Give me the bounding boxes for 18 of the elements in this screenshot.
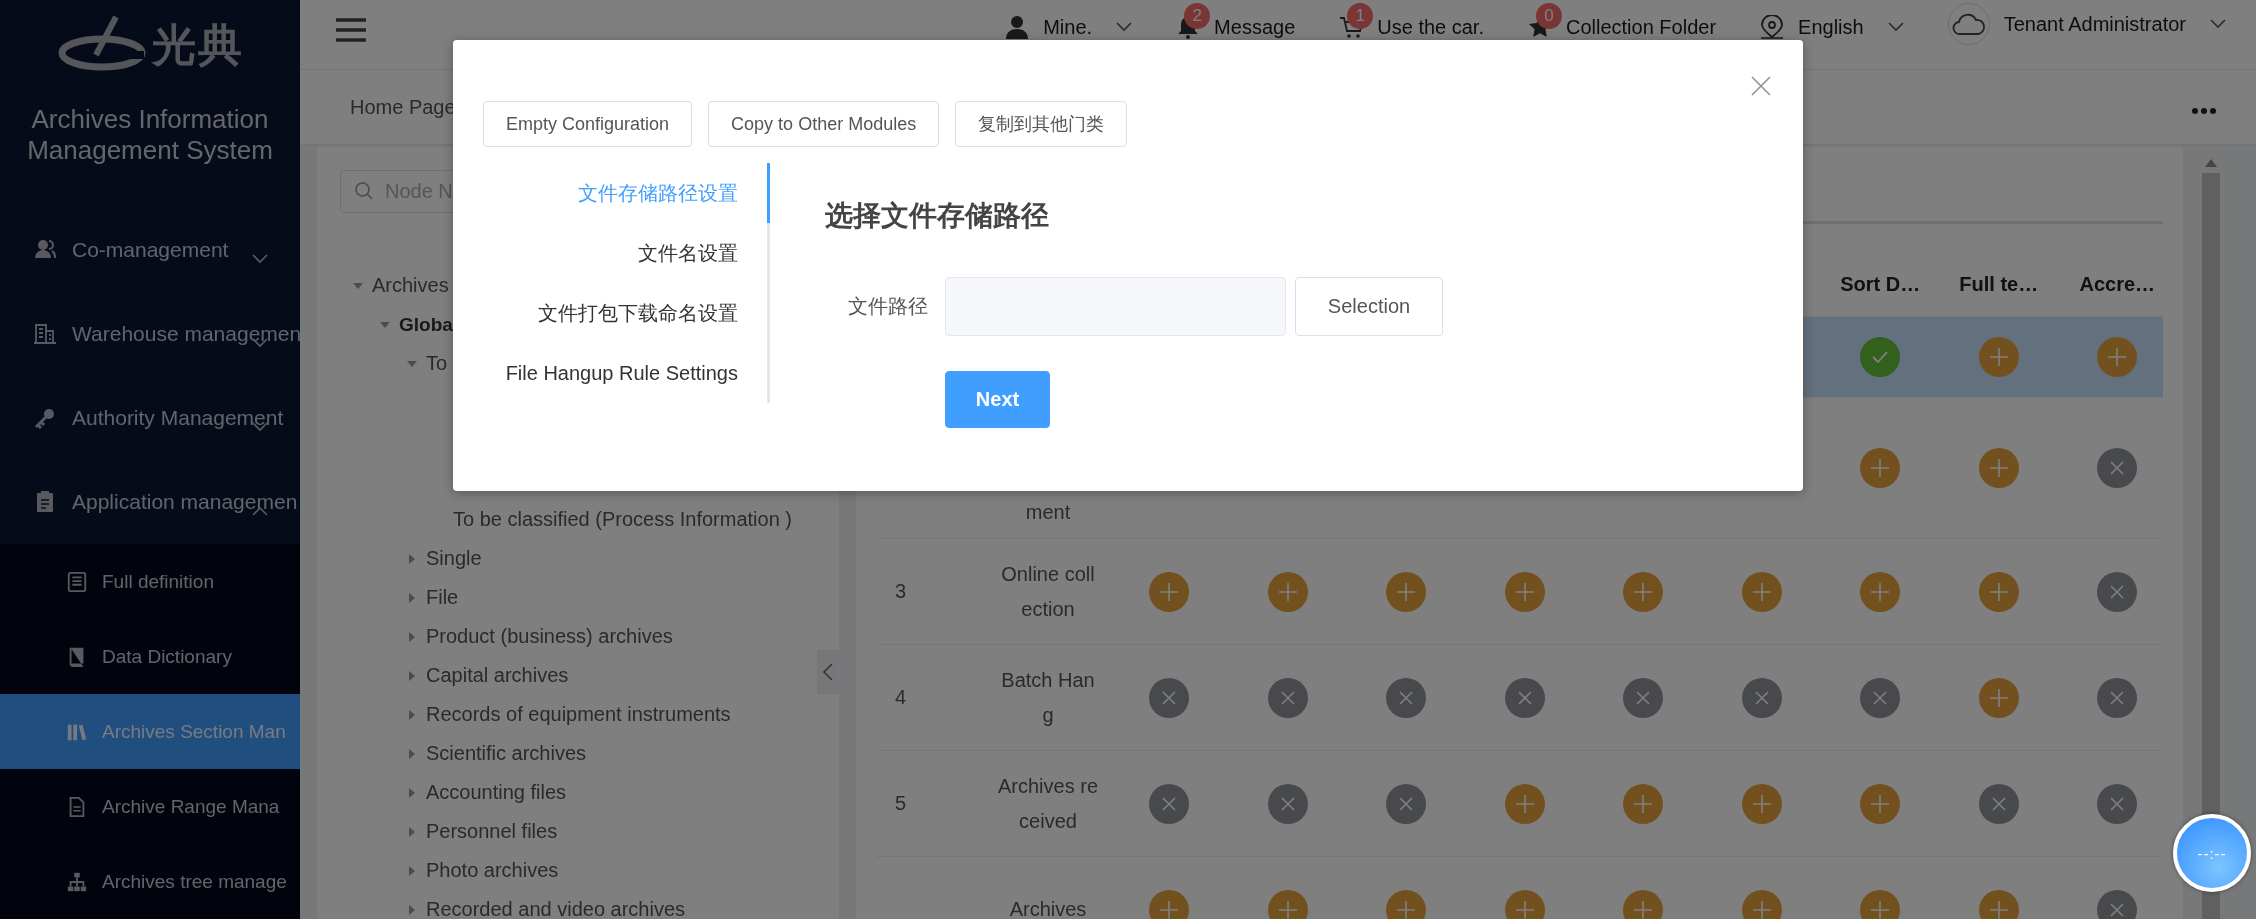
table-cell-text: ment bbox=[1024, 500, 1072, 525]
table-cell: 3 bbox=[895, 580, 907, 602]
count-badge: 0 bbox=[1536, 3, 1562, 29]
app-title: Archives Information Management System bbox=[26, 103, 274, 167]
logo-text: 光典 bbox=[152, 18, 244, 71]
column-header: Sort D… bbox=[1840, 273, 1921, 296]
table-cell-text: Online collection bbox=[1000, 561, 1096, 622]
field-label: 文件路径 bbox=[847, 294, 928, 319]
count-badge: 1 bbox=[1347, 3, 1374, 29]
section-heading: 选择文件存储路径 bbox=[825, 199, 1050, 233]
table-cell-text: Batch Hang bbox=[1000, 667, 1096, 728]
table-cell-text: Archives bbox=[1008, 897, 1088, 919]
count-badge: 2 bbox=[1184, 3, 1211, 29]
column-header: Full te… bbox=[1959, 273, 2039, 296]
table-cell: 5 bbox=[895, 792, 907, 814]
column-header: Accre… bbox=[2079, 273, 2156, 296]
table-cell: 4 bbox=[895, 686, 907, 708]
table-cell-text: Archives received bbox=[997, 773, 1099, 834]
